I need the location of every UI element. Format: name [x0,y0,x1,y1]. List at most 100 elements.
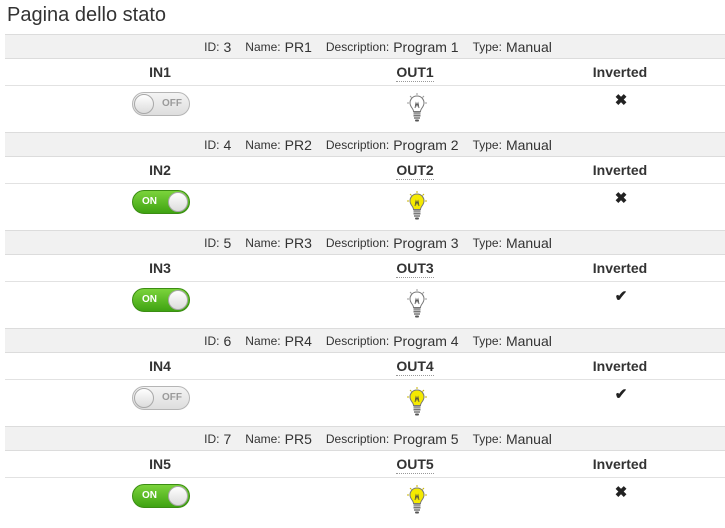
program-id: 7 [223,430,232,447]
toggle-knob [168,486,188,506]
program-value-row: OFF [5,380,725,426]
bulb-icon [407,289,427,319]
inverted-label: Inverted [592,64,648,80]
program-block: ID: 4 Name: PR2 Description: Program 2 T… [5,132,725,230]
output-cell [317,186,517,221]
bulb-icon [407,485,427,515]
type-label: Type: [472,235,502,250]
program-block: ID: 3 Name: PR1 Description: Program 1 T… [5,34,725,132]
program-name: PR2 [284,136,312,153]
inverted-label: Inverted [592,456,648,472]
description-label: Description: [325,137,390,152]
program-value-row: ON [5,184,725,230]
input-cell: ON [5,480,317,508]
program-type: Manual [505,430,552,447]
inverted-cell: ✖ [517,480,725,501]
id-label: ID: [204,431,220,446]
output-header: OUT2 [315,162,515,180]
id-label: ID: [204,235,220,250]
input-cell: OFF [5,88,317,116]
input-cell: OFF [5,382,317,410]
program-type: Manual [505,38,552,55]
id-label: ID: [204,137,220,152]
inverted-label: Inverted [592,162,648,178]
program-id: 5 [223,234,232,251]
input-toggle[interactable]: ON [132,190,190,214]
program-id: 3 [223,38,232,55]
input-label: IN1 [149,64,171,80]
id-label: ID: [204,39,220,54]
output-label[interactable]: OUT3 [396,260,434,278]
input-toggle[interactable]: ON [132,288,190,312]
input-label: IN5 [149,456,171,472]
program-description: Program 3 [393,234,459,251]
output-header: OUT4 [315,358,515,376]
program-name: PR5 [284,430,312,447]
output-header: OUT1 [315,64,515,82]
toggle-knob [168,290,188,310]
output-label[interactable]: OUT4 [396,358,434,376]
program-info-row: ID: 4 Name: PR2 Description: Program 2 T… [5,132,725,157]
bulb-icon [407,93,427,123]
name-label: Name: [245,235,281,250]
program-description: Program 2 [393,136,459,153]
program-value-row: OFF [5,86,725,132]
bulb-icon [407,387,427,417]
program-list: ID: 3 Name: PR1 Description: Program 1 T… [5,34,725,524]
name-label: Name: [245,431,281,446]
toggle-state-text: ON [142,196,157,207]
inverted-cell: ✔ [517,382,725,403]
description-label: Description: [325,235,390,250]
output-cell [317,480,517,515]
name-label: Name: [245,333,281,348]
program-type: Manual [505,234,552,251]
program-description: Program 5 [393,430,459,447]
program-info-row: ID: 5 Name: PR3 Description: Program 3 T… [5,230,725,255]
type-label: Type: [472,431,502,446]
toggle-knob [168,192,188,212]
output-label[interactable]: OUT1 [396,64,434,82]
input-label: IN2 [149,162,171,178]
check-icon: ✔ [614,288,628,305]
program-id: 4 [223,136,232,153]
output-cell [317,284,517,319]
cross-icon: ✖ [614,190,628,207]
inverted-cell: ✖ [517,88,725,109]
program-header-row: IN5 OUT5 Inverted [5,451,725,478]
cross-icon: ✖ [614,92,628,109]
program-info-row: ID: 3 Name: PR1 Description: Program 1 T… [5,34,725,59]
toggle-knob [134,94,154,114]
type-label: Type: [472,137,502,152]
program-block: ID: 6 Name: PR4 Description: Program 4 T… [5,328,725,426]
description-label: Description: [325,431,390,446]
output-label[interactable]: OUT5 [396,456,434,474]
input-label: IN3 [149,260,171,276]
program-block: ID: 5 Name: PR3 Description: Program 3 T… [5,230,725,328]
program-name: PR4 [284,332,312,349]
type-label: Type: [472,39,502,54]
input-toggle[interactable]: OFF [132,386,190,410]
bulb-icon [407,191,427,221]
program-header-row: IN2 OUT2 Inverted [5,157,725,184]
program-block: ID: 7 Name: PR5 Description: Program 5 T… [5,426,725,524]
program-name: PR3 [284,234,312,251]
output-header: OUT5 [315,456,515,474]
program-id: 6 [223,332,232,349]
program-type: Manual [505,332,552,349]
program-description: Program 4 [393,332,459,349]
program-description: Program 1 [393,38,459,55]
program-value-row: ON [5,282,725,328]
id-label: ID: [204,333,220,348]
input-toggle[interactable]: OFF [132,92,190,116]
input-cell: ON [5,186,317,214]
toggle-state-text: ON [142,294,157,305]
input-cell: ON [5,284,317,312]
input-toggle[interactable]: ON [132,484,190,508]
page-title: Pagina dello stato [7,4,167,26]
output-label[interactable]: OUT2 [396,162,434,180]
toggle-state-text: OFF [162,98,182,109]
program-type: Manual [505,136,552,153]
type-label: Type: [472,333,502,348]
inverted-label: Inverted [592,260,648,276]
inverted-cell: ✔ [517,284,725,305]
